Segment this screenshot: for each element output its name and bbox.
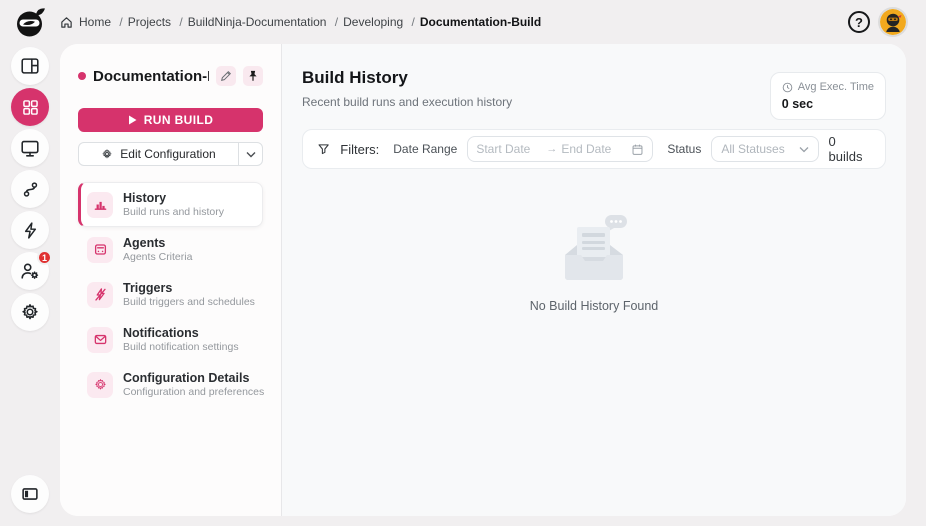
pin-button[interactable] xyxy=(243,66,263,86)
rail-triggers-button[interactable] xyxy=(11,211,49,249)
breadcrumb-item-project[interactable]: BuildNinja-Documentation xyxy=(188,15,338,29)
edit-configuration-button[interactable]: Edit Configuration xyxy=(79,143,238,165)
envelope-icon xyxy=(87,327,113,353)
settings-icon xyxy=(19,301,41,323)
git-branch-icon xyxy=(20,179,41,200)
panel-menu: History Build runs and history Agents Ag… xyxy=(78,182,263,407)
app-logo[interactable] xyxy=(0,5,60,39)
edit-configuration-dropdown[interactable] xyxy=(238,143,262,165)
date-range-label: Date Range xyxy=(393,142,457,156)
menu-item-label: Notifications xyxy=(123,326,239,340)
empty-state-message: No Build History Found xyxy=(530,299,659,313)
menu-item-notifications[interactable]: Notifications Build notification setting… xyxy=(78,317,263,362)
builds-count: 0 builds xyxy=(829,134,871,164)
status-select[interactable]: All Statuses xyxy=(711,136,818,162)
notification-badge: 1 xyxy=(37,250,52,265)
menu-item-desc: Build runs and history xyxy=(123,206,224,218)
top-bar: Home Projects BuildNinja-Documentation D… xyxy=(0,0,926,44)
pin-icon xyxy=(247,70,259,82)
edit-configuration-label: Edit Configuration xyxy=(120,147,215,161)
status-dot xyxy=(78,72,86,80)
rail-users-button[interactable]: 1 xyxy=(11,252,49,290)
menu-item-label: Agents xyxy=(123,236,192,250)
layout-dashboard-icon xyxy=(19,55,41,77)
calendar-icon xyxy=(631,143,644,156)
home-icon xyxy=(60,16,73,29)
range-arrow: → xyxy=(546,143,557,155)
menu-item-desc: Build notification settings xyxy=(123,341,239,353)
avg-exec-time-card: Avg Exec. Time 0 sec xyxy=(770,72,886,120)
edit-name-button[interactable] xyxy=(216,66,236,86)
menu-item-agents[interactable]: Agents Agents Criteria xyxy=(78,227,263,272)
rail-collapse-button[interactable] xyxy=(11,475,49,513)
agent-icon xyxy=(87,237,113,263)
menu-item-triggers[interactable]: Triggers Build triggers and schedules xyxy=(78,272,263,317)
empty-inbox-icon xyxy=(555,215,633,285)
menu-item-label: Triggers xyxy=(123,281,254,295)
avatar-ninja-icon xyxy=(880,9,906,35)
status-select-value: All Statuses xyxy=(721,142,784,156)
icon-rail: 1 xyxy=(0,44,60,526)
menu-item-desc: Build triggers and schedules xyxy=(123,296,254,308)
menu-item-label: Configuration Details xyxy=(123,371,254,385)
bar-chart-icon xyxy=(87,192,113,218)
help-button[interactable]: ? xyxy=(848,11,870,33)
apps-grid-icon xyxy=(20,97,41,118)
rail-projects-button[interactable] xyxy=(11,88,49,126)
avg-exec-label: Avg Exec. Time xyxy=(798,81,874,93)
menu-item-configuration-details[interactable]: Configuration Details Configuration and … xyxy=(78,362,263,407)
monitor-icon xyxy=(19,137,41,159)
menu-item-desc: Configuration and preferences xyxy=(123,386,254,398)
breadcrumb-item-branch[interactable]: Developing xyxy=(343,15,415,29)
rail-pipelines-button[interactable] xyxy=(11,170,49,208)
clock-icon xyxy=(782,82,793,93)
lightning-icon xyxy=(20,220,41,241)
rail-dashboard-button[interactable] xyxy=(11,47,49,85)
menu-item-label: History xyxy=(123,191,224,205)
run-build-label: RUN BUILD xyxy=(144,113,214,127)
end-date-input[interactable] xyxy=(561,142,627,156)
user-settings-icon xyxy=(19,260,41,282)
menu-item-desc: Agents Criteria xyxy=(123,251,192,263)
collapse-panel-icon xyxy=(19,483,41,505)
gear-icon xyxy=(87,372,113,398)
bar-chart-glyph xyxy=(93,197,108,212)
breadcrumb-item-home[interactable]: Home xyxy=(79,15,123,29)
build-config-panel: Documentation-Bu... RUN BUILD xyxy=(60,44,282,516)
empty-state: No Build History Found xyxy=(302,215,886,313)
breadcrumb: Home Projects BuildNinja-Documentation D… xyxy=(60,15,541,29)
avg-exec-value: 0 sec xyxy=(782,97,874,111)
rail-agents-button[interactable] xyxy=(11,129,49,167)
buildninja-logo-icon xyxy=(14,5,46,39)
build-history-main: Build History Recent build runs and exec… xyxy=(282,44,906,516)
filters-label: Filters: xyxy=(340,142,379,157)
trigger-bolt-icon xyxy=(87,282,113,308)
status-label: Status xyxy=(667,142,701,156)
build-config-title: Documentation-Bu... xyxy=(93,68,209,85)
breadcrumb-item-projects[interactable]: Projects xyxy=(128,15,183,29)
play-icon xyxy=(128,115,137,125)
user-avatar[interactable] xyxy=(880,9,906,35)
start-date-input[interactable] xyxy=(476,142,542,156)
pencil-icon xyxy=(220,70,232,82)
filters-bar: Filters: Date Range → Status All Statuse… xyxy=(302,129,886,169)
breadcrumb-item-current: Documentation-Build xyxy=(420,15,541,29)
content-card: Documentation-Bu... RUN BUILD xyxy=(60,44,906,516)
menu-item-history[interactable]: History Build runs and history xyxy=(78,182,263,227)
date-range-picker[interactable]: → xyxy=(467,136,653,162)
filter-funnel-icon xyxy=(317,142,330,156)
gear-icon xyxy=(101,148,113,160)
run-build-button[interactable]: RUN BUILD xyxy=(78,108,263,132)
rail-settings-button[interactable] xyxy=(11,293,49,331)
gear-glyph xyxy=(93,377,108,392)
edit-configuration-split-button: Edit Configuration xyxy=(78,142,263,166)
chevron-down-icon xyxy=(246,151,256,158)
agent-glyph xyxy=(93,242,108,257)
trigger-bolt-glyph xyxy=(93,287,108,302)
chevron-down-icon xyxy=(799,146,809,153)
envelope-glyph xyxy=(93,332,108,347)
